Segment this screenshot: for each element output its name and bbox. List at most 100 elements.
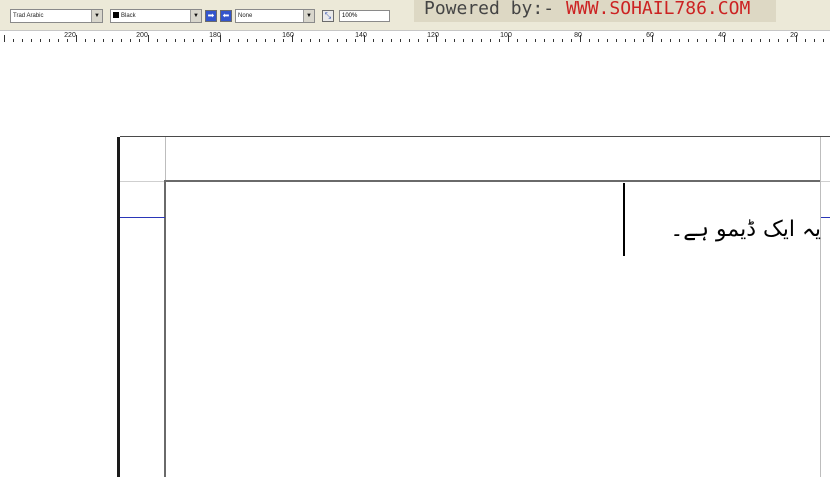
ruler-tick (742, 39, 743, 42)
ruler-tick (796, 35, 797, 42)
text-cursor (623, 183, 625, 256)
fill-color-select[interactable]: Black ▼ (110, 9, 202, 23)
document-canvas[interactable]: یہ ایک ڈیمو ہے۔ (0, 46, 830, 477)
text-frame-right-edge (820, 137, 821, 477)
ruler-tick (661, 39, 662, 42)
ruler-tick (184, 39, 185, 42)
chevron-down-icon[interactable]: ▼ (303, 10, 314, 22)
ruler-tick (112, 39, 113, 42)
ruler-tick (760, 39, 761, 42)
ruler-tick (463, 39, 464, 42)
ruler-tick (58, 39, 59, 42)
ruler-tick (787, 39, 788, 42)
ruler-tick (418, 39, 419, 42)
watermark-banner: Powered by:- WWW.SOHAIL786.COM (414, 0, 776, 22)
ruler-tick (472, 39, 473, 42)
ruler-tick (292, 35, 293, 42)
zoom-input[interactable]: 100% (339, 10, 390, 22)
ruler-tick (643, 39, 644, 42)
ruler-tick (310, 39, 311, 42)
ruler-tick (598, 39, 599, 42)
ruler-tick (31, 39, 32, 42)
ruler-tick (805, 39, 806, 42)
ruler-tick (499, 39, 500, 42)
ruler-tick (454, 39, 455, 42)
ruler-tick (40, 39, 41, 42)
ruler-tick (175, 39, 176, 42)
ruler-tick (328, 39, 329, 42)
document-text[interactable]: یہ ایک ڈیمو ہے۔ (628, 217, 821, 242)
ruler-tick (823, 39, 824, 42)
ruler-tick (76, 35, 77, 42)
ruler-tick (346, 39, 347, 42)
ruler-tick (526, 39, 527, 42)
ruler-label: 100 (500, 32, 512, 39)
powered-by-text: Powered by:- (424, 0, 555, 19)
ruler-tick (688, 39, 689, 42)
chevron-down-icon[interactable]: ▼ (190, 10, 201, 22)
ruler-tick (265, 39, 266, 42)
ruler-tick (256, 39, 257, 42)
chevron-down-icon[interactable]: ▼ (91, 10, 102, 22)
ruler-tick (679, 39, 680, 42)
arrow-right-icon[interactable]: ➡ (205, 10, 217, 22)
ruler-tick (121, 39, 122, 42)
ruler-tick (13, 39, 14, 42)
page-edge-top (120, 136, 830, 137)
ruler-tick (544, 39, 545, 42)
ruler-label: 140 (355, 32, 367, 39)
ruler-tick (769, 39, 770, 42)
ruler-tick (238, 39, 239, 42)
ruler-tick (562, 39, 563, 42)
ruler-tick (193, 39, 194, 42)
ruler-tick (139, 39, 140, 42)
ruler-tick (382, 39, 383, 42)
tint-value: None (238, 13, 253, 19)
ruler-tick (634, 39, 635, 42)
ruler-tick (148, 35, 149, 42)
ruler-tick (400, 39, 401, 42)
ruler-tick (4, 35, 5, 42)
ruler-tick (67, 39, 68, 42)
tint-select[interactable]: None ▼ (235, 9, 315, 23)
ruler-tick (409, 39, 410, 42)
ruler-tick (166, 39, 167, 42)
ruler-tick (706, 39, 707, 42)
ruler-tick (607, 39, 608, 42)
ruler-tick (490, 39, 491, 42)
ruler-tick (733, 39, 734, 42)
ruler-tick (85, 39, 86, 42)
ruler-tick (724, 35, 725, 42)
text-frame-left-edge (164, 180, 166, 477)
ruler-tick (616, 39, 617, 42)
ruler-tick (274, 39, 275, 42)
ruler-tick (337, 39, 338, 42)
baseline-guide (120, 217, 165, 218)
arrow-left-icon[interactable]: ⬅ (220, 10, 232, 22)
ruler-label: 120 (427, 32, 439, 39)
ruler-tick (229, 39, 230, 42)
ruler-tick (301, 39, 302, 42)
ruler-tick (670, 39, 671, 42)
horizontal-ruler[interactable]: 220 200 180 160 140 120 100 80 60 40 20 (0, 30, 830, 46)
ruler-tick (94, 39, 95, 42)
ruler-tick (715, 39, 716, 42)
ruler-tick (49, 39, 50, 42)
ruler-tick (751, 39, 752, 42)
font-family-value: Trad Arabic (13, 13, 44, 19)
ruler-tick (580, 35, 581, 42)
scale-icon[interactable]: ⤡ (322, 10, 334, 22)
page-edge-left (117, 137, 120, 477)
ruler-tick (652, 35, 653, 42)
ruler-tick (481, 39, 482, 42)
ruler-tick (283, 39, 284, 42)
ruler-label: 200 (136, 32, 148, 39)
ruler-tick (535, 39, 536, 42)
ruler-tick (517, 39, 518, 42)
ruler-tick (211, 39, 212, 42)
ruler-tick (391, 39, 392, 42)
baseline-guide (821, 217, 830, 218)
ruler-tick (508, 35, 509, 42)
font-family-select[interactable]: Trad Arabic ▼ (10, 9, 103, 23)
ruler-tick (697, 39, 698, 42)
